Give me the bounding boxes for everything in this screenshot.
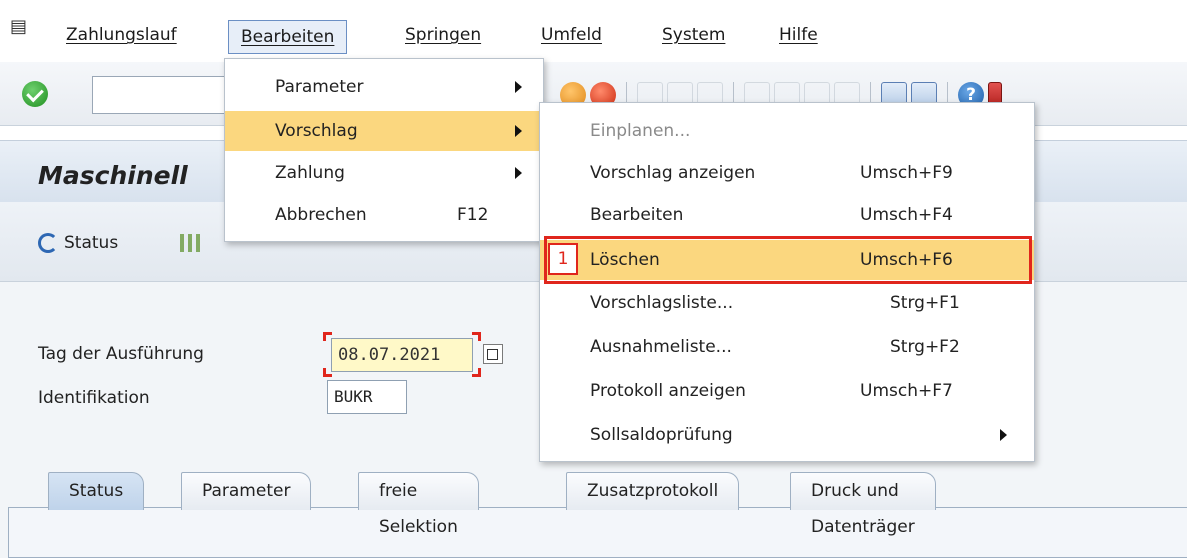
refresh-icon <box>38 233 58 253</box>
submenu-arrow-icon <box>515 125 522 137</box>
tab-freie-selektion[interactable]: freie Selektion <box>358 472 479 537</box>
identification-label: Identifikation <box>38 388 150 408</box>
menu-item-protokoll-anzeigen[interactable]: Protokoll anzeigen Umsch+F7 <box>540 371 1034 411</box>
identification-input[interactable]: BUKR <box>327 380 407 414</box>
menu-label: System <box>662 25 726 45</box>
menu-item-vorschlag[interactable]: Vorschlag <box>225 111 543 151</box>
menu-item-label: Einplanen... <box>590 121 691 141</box>
menu-item-shortcut: F12 <box>457 205 489 225</box>
menu-label: Bearbeiten <box>241 27 335 47</box>
menu-label: Hilfe <box>779 25 818 45</box>
tab-label: Parameter <box>202 481 291 501</box>
menu-item-abbrechen[interactable]: Abbrechen F12 <box>225 195 543 235</box>
menubar: ▤ Zahlungslauf Bearbeiten Springen Umfel… <box>0 0 1187 58</box>
status-button-label: Status <box>64 233 119 253</box>
menu-springen[interactable]: Springen <box>405 22 481 52</box>
bearbeiten-menu: Parameter Vorschlag Zahlung Abbrechen F1… <box>224 58 544 242</box>
menu-item-bearbeiten[interactable]: Bearbeiten Umsch+F4 <box>540 195 1034 235</box>
tab-label: Druck und Datenträger <box>811 481 915 537</box>
tab-panel <box>8 507 1187 558</box>
tab-label: freie Selektion <box>379 481 458 537</box>
menu-item-vorschlag-anzeigen[interactable]: Vorschlag anzeigen Umsch+F9 <box>540 153 1034 193</box>
menu-item-einplanen: Einplanen... <box>540 111 1034 151</box>
menu-item-ausnahmeliste[interactable]: Ausnahmeliste... Strg+F2 <box>540 327 1034 367</box>
menu-label: Springen <box>405 25 482 45</box>
menu-system[interactable]: System <box>662 22 725 52</box>
required-marker <box>472 332 481 341</box>
menu-item-label: Sollsaldoprüfung <box>590 425 733 445</box>
menu-item-label: Abbrechen <box>275 205 367 225</box>
menu-toggle-icon[interactable]: ▤ <box>10 16 27 37</box>
execution-date-input[interactable]: 08.07.2021 <box>331 338 473 372</box>
menu-label: Zahlungslauf <box>66 25 177 45</box>
menu-item-parameter[interactable]: Parameter <box>225 67 543 107</box>
menu-item-label: Parameter <box>275 77 364 97</box>
tab-label: Status <box>69 481 124 501</box>
tab-status[interactable]: Status <box>48 472 145 510</box>
menu-item-vorschlagsliste[interactable]: Vorschlagsliste... Strg+F1 <box>540 283 1034 323</box>
hierarchy-icon <box>180 234 202 252</box>
tab-zusatzprotokoll[interactable]: Zusatzprotokoll <box>566 472 740 510</box>
required-marker <box>323 368 332 377</box>
date-label: Tag der Ausführung <box>38 344 204 364</box>
back-button[interactable] <box>180 228 202 258</box>
command-field[interactable] <box>92 76 232 114</box>
menu-item-label: Protokoll anzeigen <box>590 381 746 401</box>
status-button[interactable]: Status <box>38 228 118 258</box>
menu-hilfe[interactable]: Hilfe <box>779 22 818 52</box>
menu-label: Umfeld <box>541 25 602 45</box>
required-marker <box>472 368 481 377</box>
menu-item-zahlung[interactable]: Zahlung <box>225 153 543 193</box>
menu-item-shortcut: Strg+F2 <box>890 337 960 357</box>
callout-highlight-box <box>544 236 1032 284</box>
tab-label: Zusatzprotokoll <box>587 481 719 501</box>
menu-item-label: Bearbeiten <box>590 205 684 225</box>
menu-item-label: Vorschlag <box>275 121 358 141</box>
menu-umfeld[interactable]: Umfeld <box>541 22 602 52</box>
tab-druck-datentraeger[interactable]: Druck und Datenträger <box>790 472 936 537</box>
page-title: Maschinell <box>38 161 188 190</box>
menu-item-label: Zahlung <box>275 163 345 183</box>
menu-item-label: Vorschlag anzeigen <box>590 163 756 183</box>
submenu-arrow-icon <box>515 167 522 179</box>
menu-item-sollsaldopruefung[interactable]: Sollsaldoprüfung <box>540 415 1034 455</box>
tab-parameter[interactable]: Parameter <box>181 472 312 510</box>
required-marker <box>323 332 332 341</box>
menu-item-shortcut: Umsch+F9 <box>860 163 953 183</box>
menu-bearbeiten[interactable]: Bearbeiten <box>228 20 348 54</box>
callout-number-badge: 1 <box>548 243 578 275</box>
menu-item-label: Ausnahmeliste... <box>590 337 732 357</box>
menu-item-shortcut: Strg+F1 <box>890 293 960 313</box>
submenu-arrow-icon <box>1000 429 1007 441</box>
submenu-arrow-icon <box>515 81 522 93</box>
menu-item-label: Vorschlagsliste... <box>590 293 734 313</box>
menu-item-shortcut: Umsch+F7 <box>860 381 953 401</box>
value-help-icon[interactable] <box>483 344 503 364</box>
menu-zahlungslauf[interactable]: Zahlungslauf <box>66 22 177 52</box>
enter-check-icon[interactable] <box>22 81 48 107</box>
menu-item-shortcut: Umsch+F4 <box>860 205 953 225</box>
